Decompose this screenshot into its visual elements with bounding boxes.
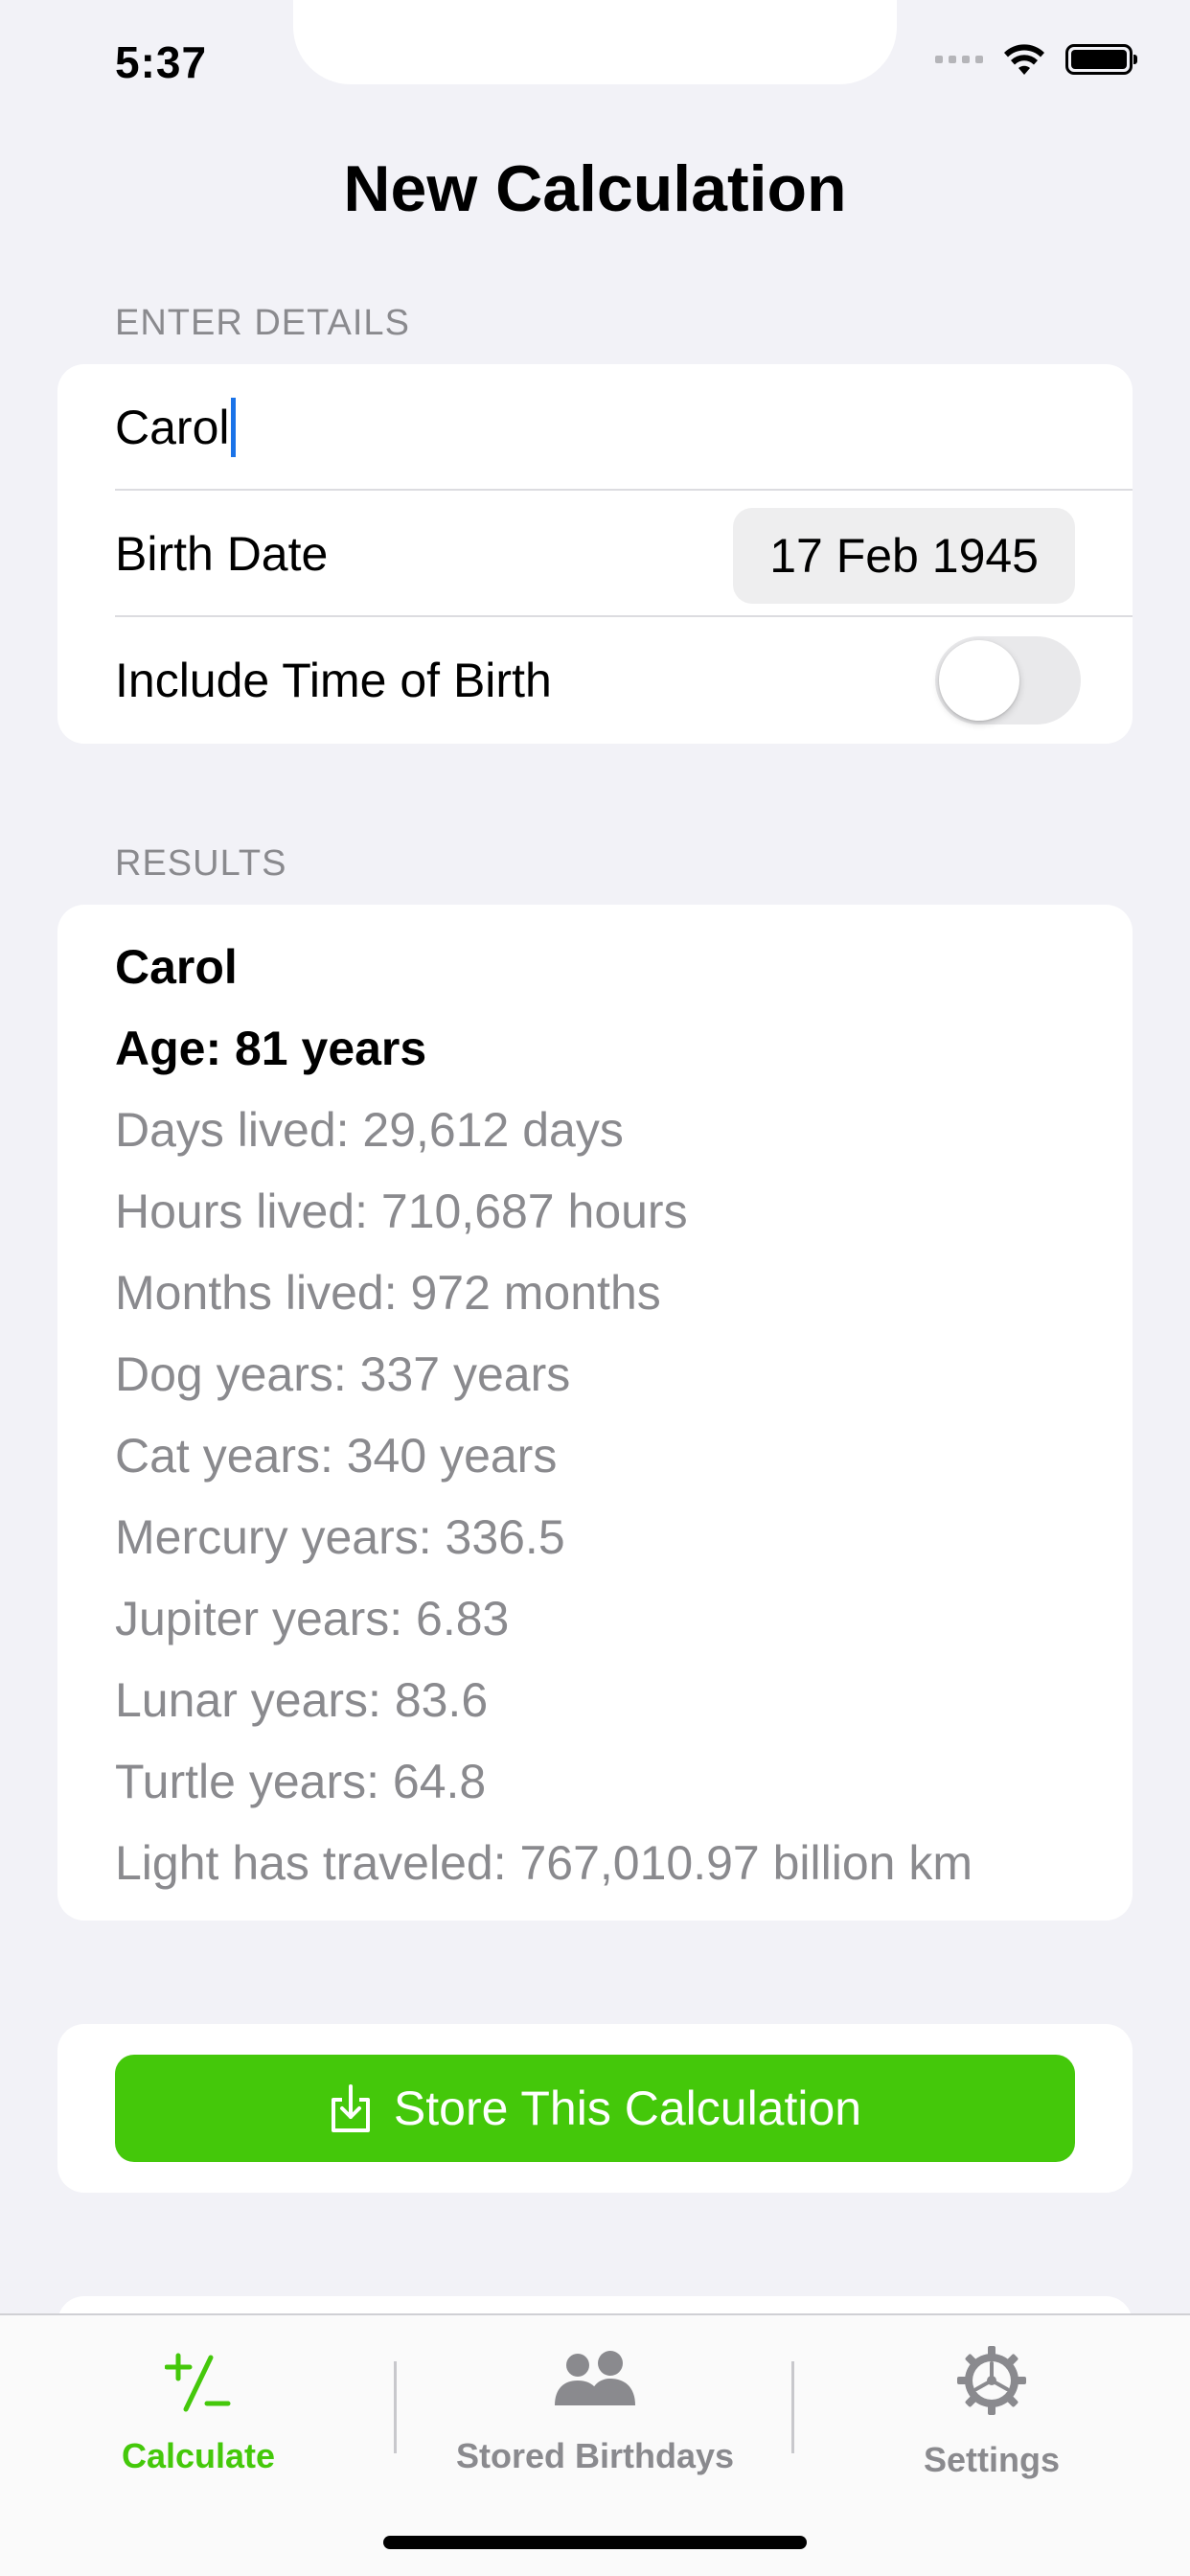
- birth-date-label: Birth Date: [115, 527, 329, 581]
- result-days-lived: Days lived: 29,612 days: [115, 1103, 624, 1157]
- status-icons: [935, 42, 1137, 77]
- square-and-arrow-down-icon: [331, 2084, 370, 2132]
- result-cat-years: Cat years: 340 years: [115, 1429, 558, 1483]
- birth-date-row: Birth Date 17 Feb 1945: [115, 491, 1133, 617]
- tab-settings-label: Settings: [923, 2440, 1060, 2479]
- result-months-lived: Months lived: 972 months: [115, 1266, 661, 1320]
- time-of-birth-label: Include Time of Birth: [115, 654, 552, 707]
- result-mercury-years: Mercury years: 336.5: [115, 1510, 565, 1564]
- result-name: Carol: [115, 940, 238, 994]
- store-card: Store This Calculation: [57, 2024, 1133, 2193]
- cellular-signal-icon: [935, 56, 983, 63]
- toggle-knob: [939, 640, 1019, 721]
- tab-stored-birthdays[interactable]: Stored Birthdays: [397, 2315, 793, 2507]
- result-jupiter-years: Jupiter years: 6.83: [115, 1592, 510, 1645]
- result-hours-lived: Hours lived: 710,687 hours: [115, 1184, 688, 1238]
- battery-icon: [1065, 44, 1137, 75]
- page-title: New Calculation: [343, 152, 847, 225]
- birth-date-picker[interactable]: 17 Feb 1945: [733, 508, 1075, 604]
- tab-settings[interactable]: Settings: [793, 2315, 1190, 2507]
- result-age: Age: 81 years: [115, 1022, 427, 1075]
- result-dog-years: Dog years: 337 years: [115, 1347, 571, 1401]
- home-indicator: [383, 2536, 807, 2549]
- result-turtle-years: Turtle years: 64.8: [115, 1755, 487, 1808]
- wifi-icon: [1004, 44, 1044, 75]
- result-lunar-years: Lunar years: 83.6: [115, 1673, 489, 1727]
- store-calculation-label: Store This Calculation: [393, 2082, 862, 2135]
- store-calculation-button[interactable]: Store This Calculation: [115, 2055, 1075, 2162]
- results-card: Carol Age: 81 years Days lived: 29,612 d…: [57, 905, 1133, 1920]
- time-of-birth-row: Include Time of Birth: [115, 617, 1133, 744]
- tab-calculate-label: Calculate: [121, 2436, 276, 2475]
- enter-details-header: ENTER DETAILS: [115, 303, 410, 343]
- text-cursor: [231, 398, 237, 457]
- plus-minus-icon: [165, 2353, 231, 2412]
- results-header: RESULTS: [115, 843, 287, 884]
- status-time: 5:37: [115, 37, 208, 87]
- name-field[interactable]: Carol: [115, 364, 1133, 491]
- app-screen: 5:37 New Calculation ENTER DETAILS Carol…: [0, 0, 1190, 2576]
- tab-stored-birthdays-label: Stored Birthdays: [455, 2436, 735, 2475]
- result-light-traveled: Light has traveled: 767,010.97 billion k…: [115, 1836, 973, 1890]
- details-card: Carol Birth Date 17 Feb 1945 Include Tim…: [57, 364, 1133, 744]
- device-notch: [293, 0, 897, 84]
- name-input-value[interactable]: Carol: [115, 400, 229, 455]
- time-of-birth-toggle[interactable]: [935, 636, 1081, 724]
- tab-calculate[interactable]: Calculate: [0, 2315, 397, 2507]
- people-icon: [555, 2351, 635, 2405]
- gear-icon: [957, 2346, 1026, 2415]
